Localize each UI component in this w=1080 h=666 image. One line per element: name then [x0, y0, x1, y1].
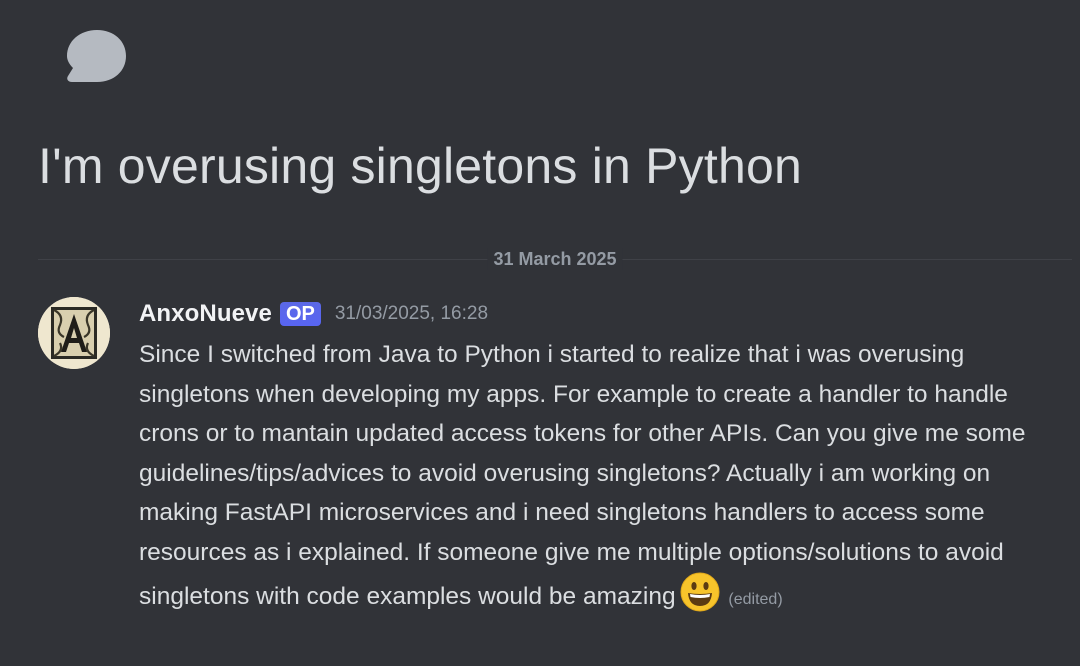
username[interactable]: AnxoNueve: [139, 300, 272, 328]
thread-title: I'm overusing singletons in Python: [38, 138, 802, 194]
timestamp[interactable]: 31/03/2025, 16:28: [335, 303, 488, 325]
edited-label: (edited): [728, 591, 783, 608]
message-content: Since I switched from Java to Python i s…: [139, 335, 1064, 620]
message-text: Since I switched from Java to Python i s…: [139, 341, 1026, 610]
avatar[interactable]: [38, 297, 110, 369]
grinning-face-emoji-icon[interactable]: [680, 572, 720, 612]
avatar-image: [38, 297, 110, 369]
speech-bubble-icon: [67, 30, 126, 82]
op-badge: OP: [279, 302, 321, 326]
divider-date: 31 March 2025: [487, 248, 623, 270]
thread-view: I'm overusing singletons in Python 31 Ma…: [0, 0, 1080, 666]
message-header: AnxoNueve OP 31/03/2025, 16:28: [139, 298, 488, 330]
date-divider: 31 March 2025: [38, 248, 1072, 270]
